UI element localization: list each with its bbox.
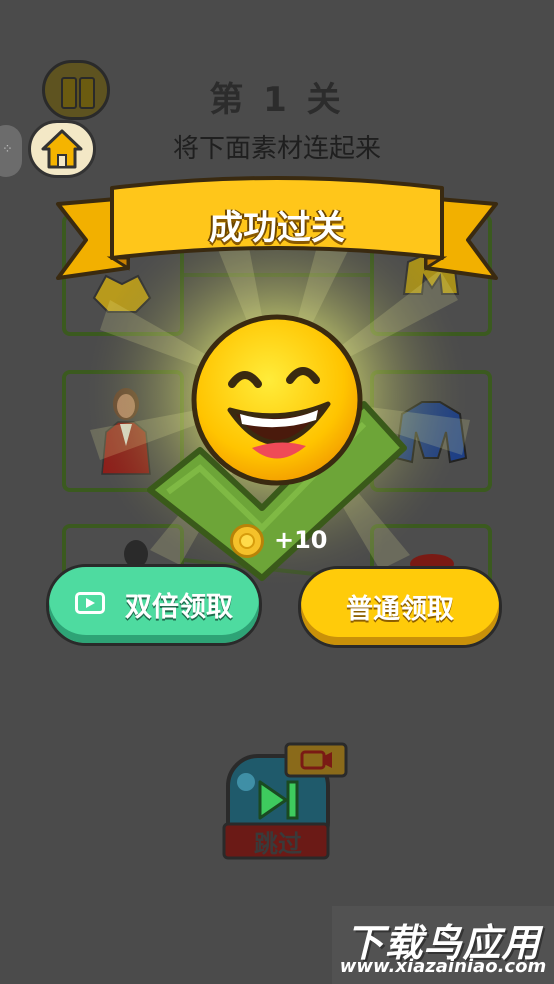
success-banner-title: 成功过关 (209, 208, 345, 248)
coin-icon (230, 524, 264, 558)
normal-claim-button[interactable]: 普通领取 (298, 566, 502, 648)
skip-label: 跳过 (254, 830, 302, 858)
coin-reward-amount: +10 (274, 526, 328, 554)
normal-claim-label: 普通领取 (346, 594, 454, 625)
game-screen: ⁘ 第 1 关 将下面素材连起来 成功过关 +10 双倍领取 普通领取 跳过 下… (0, 0, 554, 984)
double-claim-button[interactable]: 双倍领取 (46, 564, 262, 646)
double-claim-label: 双倍领取 (125, 592, 233, 623)
watermark-url: www.xiazainiao.com (339, 956, 547, 977)
video-icon (75, 592, 105, 614)
